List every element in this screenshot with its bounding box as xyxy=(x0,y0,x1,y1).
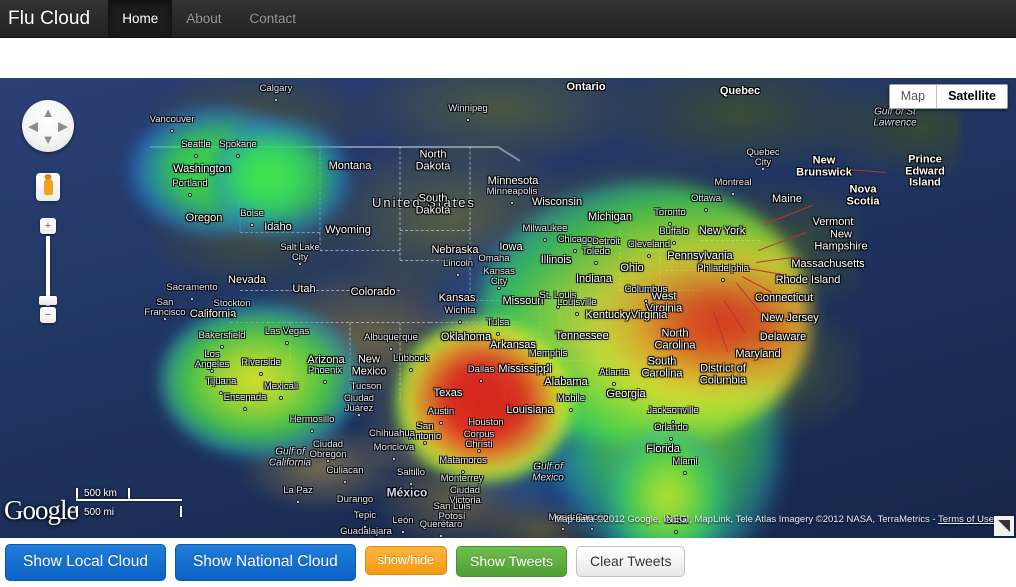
show-national-cloud-button[interactable]: Show National Cloud xyxy=(174,544,356,581)
pan-down-icon[interactable]: ▼ xyxy=(42,133,55,146)
map-container[interactable]: United States México Ontario Quebec New Bruns… xyxy=(0,78,1016,538)
scale-metric-label: 500 km xyxy=(84,488,117,499)
nav-item-contact[interactable]: Contact xyxy=(236,0,311,37)
map-type-satellite-button[interactable]: Satellite xyxy=(936,85,1007,108)
map-pan-control[interactable]: ▲ ▼ ◀ ▶ xyxy=(22,100,74,152)
map-attribution: Map data ©2012 Google, INEGI, MapLink, T… xyxy=(554,514,994,525)
scale-imperial-label: 500 mi xyxy=(84,507,115,518)
clear-tweets-button[interactable]: Clear Tweets xyxy=(576,546,686,577)
street-view-pegman-icon[interactable] xyxy=(36,173,60,201)
pegman-figure xyxy=(43,179,53,195)
zoom-in-button[interactable]: + xyxy=(40,218,56,234)
top-navbar: Flu Cloud Home About Contact xyxy=(0,0,1016,38)
nav-item-home[interactable]: Home xyxy=(108,0,173,37)
map-scale-bar: 500 km 500 mi xyxy=(76,488,182,520)
nav-item-about[interactable]: About xyxy=(172,0,235,37)
terms-of-use-link[interactable]: Terms of Use xyxy=(938,514,994,525)
pan-left-icon[interactable]: ◀ xyxy=(28,120,38,133)
map-collapse-arrow-icon[interactable] xyxy=(994,516,1014,536)
action-button-bar: Show Local Cloud Show National Cloud sho… xyxy=(0,544,1016,587)
zoom-slider-handle[interactable] xyxy=(39,296,57,305)
pan-right-icon[interactable]: ▶ xyxy=(58,120,68,133)
show-tweets-button[interactable]: Show Tweets xyxy=(456,546,568,577)
google-logo: Google xyxy=(4,495,78,525)
show-hide-button[interactable]: show/hide xyxy=(364,546,448,575)
nav-items: Home About Contact xyxy=(108,0,310,37)
map-type-map-button[interactable]: Map xyxy=(889,85,937,108)
pan-up-icon[interactable]: ▲ xyxy=(42,106,55,119)
zoom-out-button[interactable]: − xyxy=(40,307,56,323)
map-zoom-slider[interactable]: + − xyxy=(39,218,57,323)
app-brand[interactable]: Flu Cloud xyxy=(0,0,108,37)
map-canvas[interactable]: United States México Ontario Quebec New Bruns… xyxy=(0,78,1016,538)
attribution-text: Map data ©2012 Google, INEGI, MapLink, T… xyxy=(554,514,939,525)
show-local-cloud-button[interactable]: Show Local Cloud xyxy=(5,544,166,581)
map-type-control: Map Satellite xyxy=(888,84,1008,109)
